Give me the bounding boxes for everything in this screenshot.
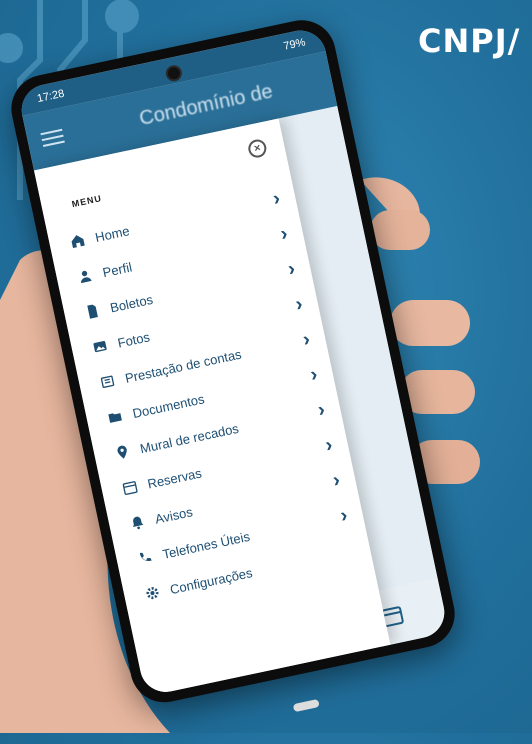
folder-icon bbox=[108, 413, 122, 423]
menu-item-label: Home bbox=[93, 222, 131, 245]
bell-icon bbox=[132, 516, 144, 530]
status-battery: 79% bbox=[282, 36, 307, 53]
receipt-icon bbox=[100, 375, 115, 389]
chevron-right-icon: › bbox=[323, 433, 335, 457]
menu-item-label: Boletos bbox=[108, 291, 155, 315]
chevron-right-icon: › bbox=[285, 257, 298, 281]
chevron-right-icon: › bbox=[315, 398, 327, 422]
location-pin-icon bbox=[117, 445, 127, 459]
menu-item-label: Configurações bbox=[168, 564, 254, 597]
calendar-icon bbox=[122, 481, 138, 495]
chevron-right-icon: › bbox=[300, 328, 313, 351]
chevron-right-icon: › bbox=[308, 363, 320, 387]
hamburger-menu-icon[interactable] bbox=[40, 128, 65, 148]
menu-item-label: Documentos bbox=[131, 390, 206, 421]
image-icon bbox=[93, 341, 107, 353]
chevron-right-icon: › bbox=[338, 504, 350, 528]
chevron-right-icon: › bbox=[293, 292, 305, 316]
menu-item-label: Avisos bbox=[153, 503, 194, 527]
menu-item-label: Perfil bbox=[101, 258, 134, 280]
phone-icon bbox=[139, 552, 152, 561]
chevron-right-icon: › bbox=[270, 187, 283, 211]
status-time: 17:28 bbox=[36, 87, 66, 106]
chevron-right-icon: › bbox=[330, 468, 342, 492]
chevron-right-icon: › bbox=[278, 222, 290, 246]
menu-section-label: MENU bbox=[70, 193, 103, 210]
menu-item-label: Reservas bbox=[146, 464, 203, 492]
home-icon bbox=[71, 235, 85, 249]
close-icon[interactable]: × bbox=[246, 137, 269, 160]
menu-item-label: Fotos bbox=[116, 328, 152, 351]
document-icon bbox=[87, 304, 98, 319]
person-icon bbox=[81, 270, 92, 284]
gear-icon bbox=[146, 587, 159, 600]
